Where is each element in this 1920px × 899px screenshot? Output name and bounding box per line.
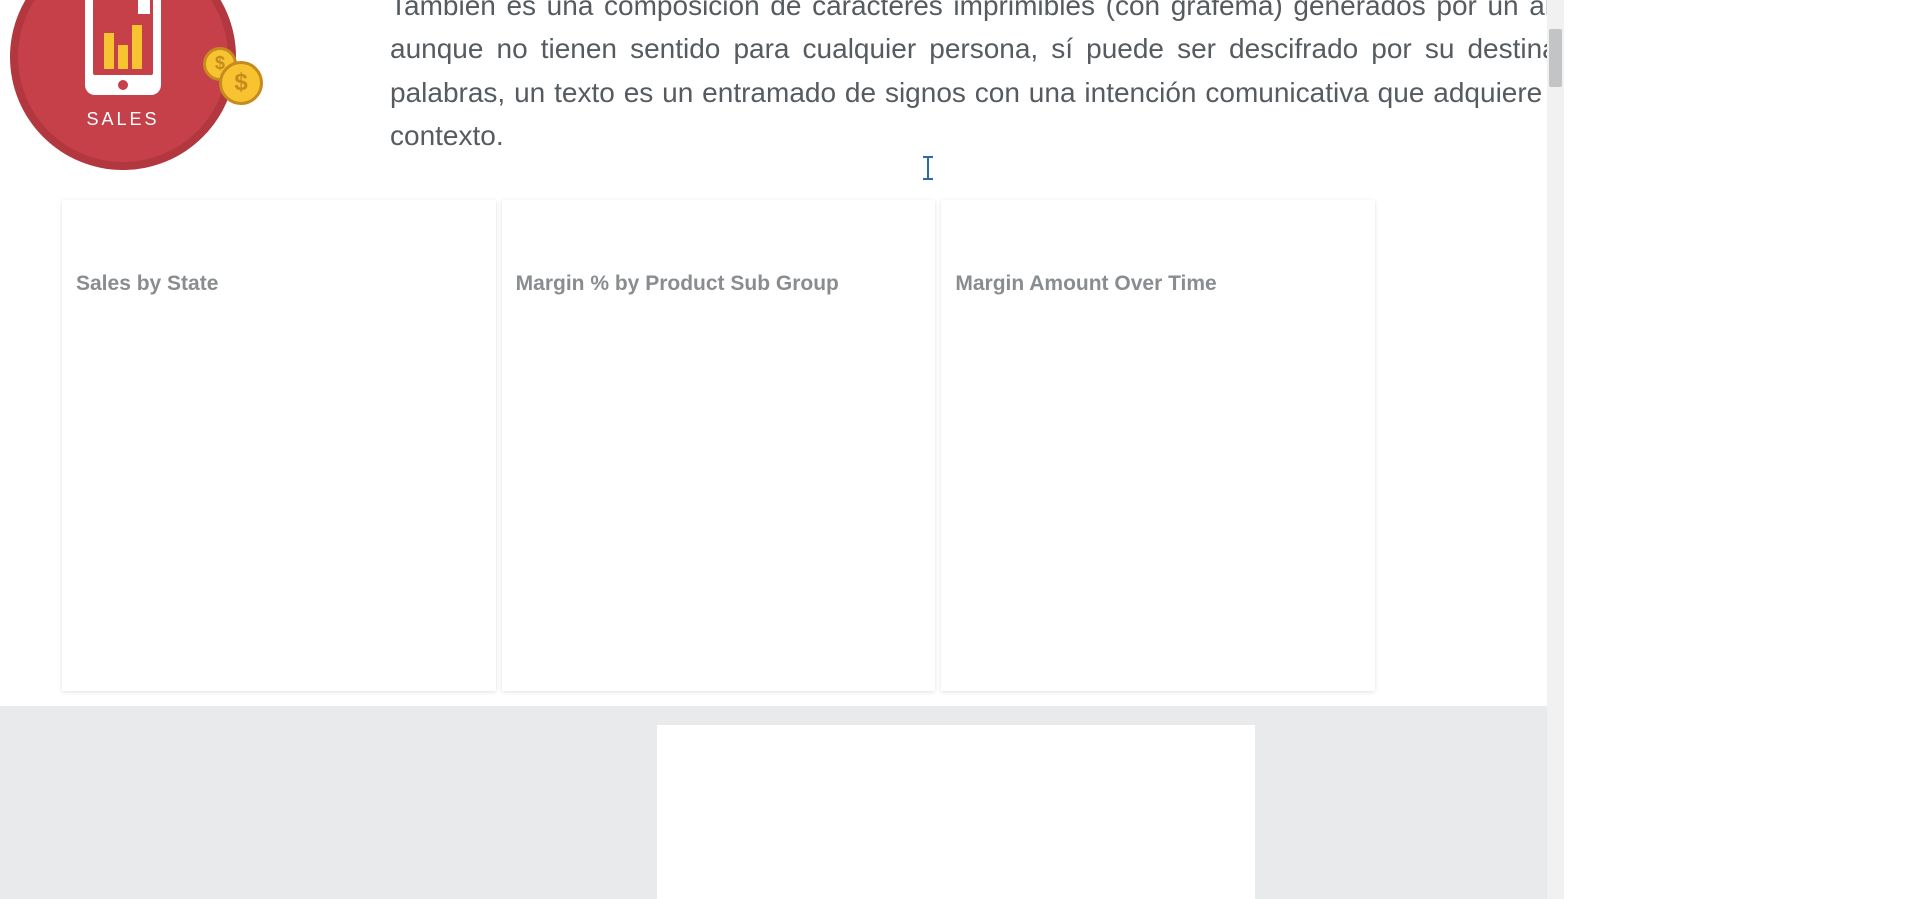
scrollbar-track[interactable] bbox=[1547, 0, 1564, 899]
panel-margin-pct-by-product-sub-group[interactable]: Margin % by Product Sub Group bbox=[502, 200, 936, 691]
panel-title: Sales by State bbox=[76, 272, 482, 296]
scrollbar-thumb[interactable] bbox=[1549, 29, 1562, 87]
chart-bar-icon bbox=[132, 25, 142, 69]
panel-title: Margin % by Product Sub Group bbox=[516, 272, 922, 296]
panels-row: Sales by State Margin % by Product Sub G… bbox=[62, 200, 1375, 691]
sales-badge-content: $ $ SALES bbox=[85, 0, 161, 130]
chart-bar-icon bbox=[118, 45, 128, 69]
panel-sales-by-state[interactable]: Sales by State bbox=[62, 200, 496, 691]
coin-icon: $ bbox=[219, 61, 263, 105]
sales-badge: $ $ SALES bbox=[10, 0, 236, 170]
chart-bar-icon bbox=[104, 33, 114, 69]
phone-icon bbox=[85, 0, 161, 95]
sales-badge-label: SALES bbox=[86, 109, 159, 130]
arrow-up-stem bbox=[138, 0, 150, 14]
panel-title: Margin Amount Over Time bbox=[955, 272, 1361, 296]
panel-margin-amount-over-time[interactable]: Margin Amount Over Time bbox=[941, 200, 1375, 691]
right-blank-region bbox=[1564, 0, 1920, 899]
phone-home-button bbox=[118, 80, 128, 90]
bottom-inset-panel bbox=[657, 725, 1255, 899]
